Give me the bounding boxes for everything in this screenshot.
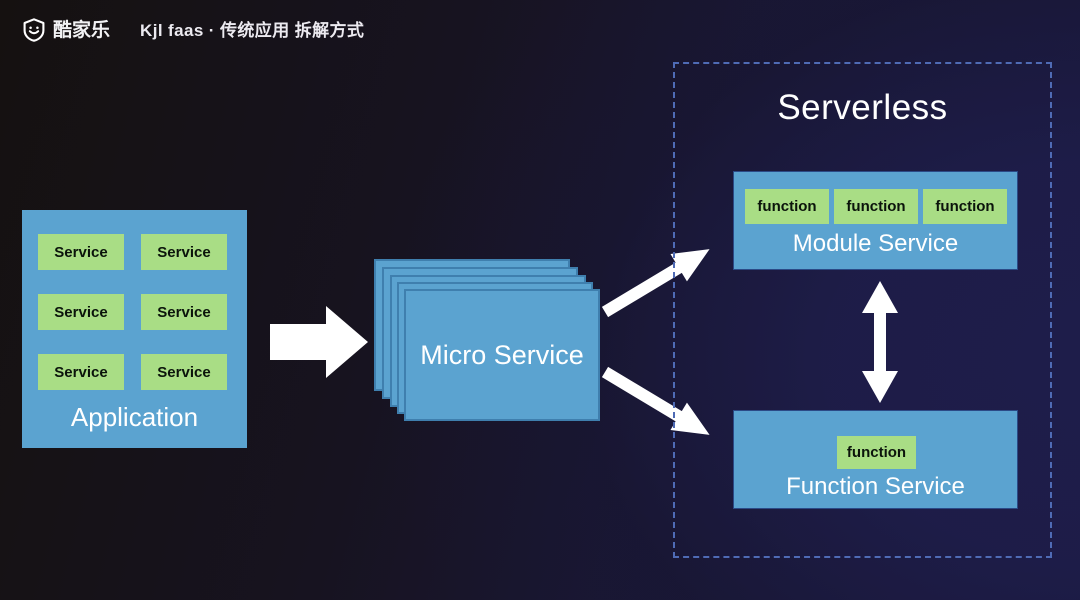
slide-header: 酷家乐 Kjl faas · 传统应用 拆解方式: [22, 16, 364, 44]
micro-service-caption: Micro Service: [420, 339, 584, 370]
module-service-box: function function function Module Servic…: [733, 171, 1018, 270]
service-chip: Service: [141, 234, 227, 270]
kujiale-shield-smile-icon: [23, 18, 45, 42]
service-chip: Service: [141, 354, 227, 390]
application-box: Service Service Service Service Service …: [22, 210, 247, 448]
micro-service-stack: Micro Service: [374, 259, 600, 421]
slide-canvas: 酷家乐 Kjl faas · 传统应用 拆解方式 Service Service…: [0, 0, 1080, 600]
function-service-box: function Function Service: [733, 410, 1018, 509]
function-service-caption: Function Service: [786, 473, 965, 500]
page-title: Kjl faas · 传统应用 拆解方式: [140, 20, 365, 40]
service-chip: Service: [38, 234, 124, 270]
logo-wordmark: 酷家乐: [53, 19, 111, 41]
function-chip: function: [834, 189, 918, 224]
service-chip: Service: [38, 354, 124, 390]
app-to-micro-arrow: [270, 306, 368, 378]
application-caption: Application: [70, 402, 199, 432]
function-chip: function: [837, 436, 916, 469]
service-chip: Service: [38, 294, 124, 330]
serverless-title: Serverless: [777, 88, 948, 127]
service-chip: Service: [141, 294, 227, 330]
function-chip: function: [745, 189, 829, 224]
module-service-caption: Module Service: [792, 230, 959, 257]
function-chip: function: [923, 189, 1007, 224]
